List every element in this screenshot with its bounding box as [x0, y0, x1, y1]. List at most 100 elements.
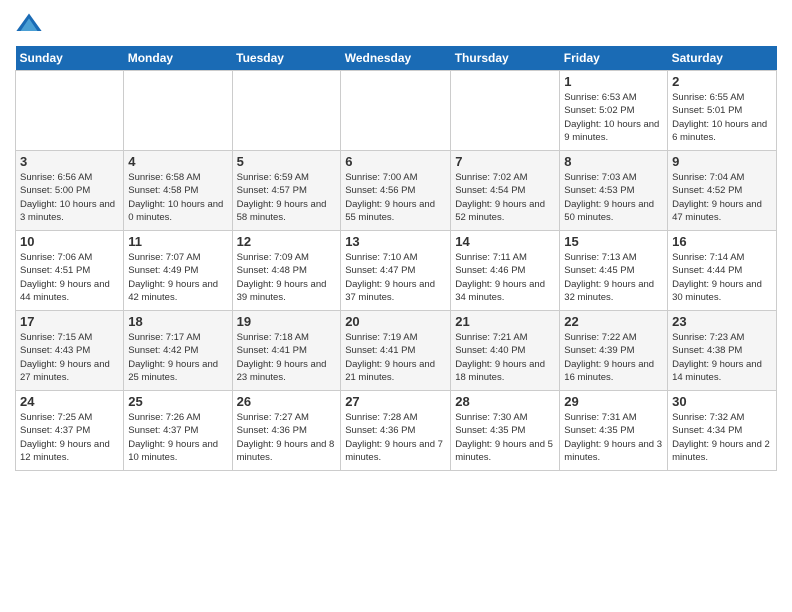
calendar-cell: 4 Sunrise: 6:58 AM Sunset: 4:58 PM Daylig… [124, 151, 232, 231]
day-number: 7 [455, 154, 555, 169]
logo [15, 10, 47, 38]
day-number: 8 [564, 154, 663, 169]
calendar-cell [124, 71, 232, 151]
calendar-cell: 21Sunrise: 7:21 AM Sunset: 4:40 PM Dayli… [451, 311, 560, 391]
day-number: 15 [564, 234, 663, 249]
column-header-thursday: Thursday [451, 46, 560, 71]
day-info: Sunrise: 7:13 AM Sunset: 4:45 PM Dayligh… [564, 251, 663, 304]
calendar-cell: 15 Sunrise: 7:13 AM Sunset: 4:45 PM Dayli… [560, 231, 668, 311]
day-info: Sunrise: 7:26 AM Sunset: 4:37 PM Dayligh… [128, 411, 227, 464]
calendar-cell: 27 Sunrise: 7:28 AM Sunset: 4:36 PM Dayli… [341, 391, 451, 471]
day-info: Sunrise: 7:22 AM Sunset: 4:39 PM Dayligh… [564, 331, 663, 384]
day-info: Sunrise: 6:56 AM Sunset: 5:00 PM Dayligh… [20, 171, 119, 224]
calendar-cell: 17 Sunrise: 7:15 AM Sunset: 4:43 PM Dayli… [16, 311, 124, 391]
day-info: Sunrise: 7:28 AM Sunset: 4:36 PM Dayligh… [345, 411, 446, 464]
calendar-week-3: 10Sunrise: 7:06 AM Sunset: 4:51 PM Dayli… [16, 231, 777, 311]
day-info: Sunrise: 7:03 AM Sunset: 4:53 PM Dayligh… [564, 171, 663, 224]
calendar-cell [341, 71, 451, 151]
calendar-cell: 29Sunrise: 7:31 AM Sunset: 4:35 PM Dayli… [560, 391, 668, 471]
day-info: Sunrise: 7:11 AM Sunset: 4:46 PM Dayligh… [455, 251, 555, 304]
calendar-cell: 25 Sunrise: 7:26 AM Sunset: 4:37 PM Dayli… [124, 391, 232, 471]
day-number: 29 [564, 394, 663, 409]
day-info: Sunrise: 6:53 AM Sunset: 5:02 PM Dayligh… [564, 91, 663, 144]
calendar-cell: 6Sunrise: 7:00 AM Sunset: 4:56 PM Daylig… [341, 151, 451, 231]
calendar-week-4: 17 Sunrise: 7:15 AM Sunset: 4:43 PM Dayli… [16, 311, 777, 391]
day-number: 23 [672, 314, 772, 329]
calendar-cell: 22Sunrise: 7:22 AM Sunset: 4:39 PM Dayli… [560, 311, 668, 391]
day-number: 13 [345, 234, 446, 249]
day-number: 2 [672, 74, 772, 89]
day-number: 17 [20, 314, 119, 329]
day-info: Sunrise: 6:59 AM Sunset: 4:57 PM Dayligh… [237, 171, 337, 224]
day-info: Sunrise: 7:02 AM Sunset: 4:54 PM Dayligh… [455, 171, 555, 224]
calendar-cell: 26Sunrise: 7:27 AM Sunset: 4:36 PM Dayli… [232, 391, 341, 471]
calendar-cell [16, 71, 124, 151]
calendar-cell: 13 Sunrise: 7:10 AM Sunset: 4:47 PM Dayli… [341, 231, 451, 311]
day-number: 9 [672, 154, 772, 169]
calendar-cell [451, 71, 560, 151]
day-number: 6 [345, 154, 446, 169]
page-header [15, 10, 777, 38]
column-header-wednesday: Wednesday [341, 46, 451, 71]
day-info: Sunrise: 7:15 AM Sunset: 4:43 PM Dayligh… [20, 331, 119, 384]
day-info: Sunrise: 7:07 AM Sunset: 4:49 PM Dayligh… [128, 251, 227, 304]
calendar-cell: 7 Sunrise: 7:02 AM Sunset: 4:54 PM Daylig… [451, 151, 560, 231]
column-header-friday: Friday [560, 46, 668, 71]
day-number: 14 [455, 234, 555, 249]
calendar-cell: 14 Sunrise: 7:11 AM Sunset: 4:46 PM Dayli… [451, 231, 560, 311]
day-info: Sunrise: 7:14 AM Sunset: 4:44 PM Dayligh… [672, 251, 772, 304]
day-info: Sunrise: 7:25 AM Sunset: 4:37 PM Dayligh… [20, 411, 119, 464]
day-number: 24 [20, 394, 119, 409]
day-info: Sunrise: 7:30 AM Sunset: 4:35 PM Dayligh… [455, 411, 555, 464]
column-header-saturday: Saturday [668, 46, 777, 71]
day-number: 16 [672, 234, 772, 249]
day-number: 4 [128, 154, 227, 169]
calendar-cell: 18 Sunrise: 7:17 AM Sunset: 4:42 PM Dayli… [124, 311, 232, 391]
calendar-week-2: 3 Sunrise: 6:56 AM Sunset: 5:00 PM Daylig… [16, 151, 777, 231]
day-number: 25 [128, 394, 227, 409]
day-info: Sunrise: 7:06 AM Sunset: 4:51 PM Dayligh… [20, 251, 119, 304]
day-info: Sunrise: 7:09 AM Sunset: 4:48 PM Dayligh… [237, 251, 337, 304]
day-number: 1 [564, 74, 663, 89]
day-number: 28 [455, 394, 555, 409]
column-header-sunday: Sunday [16, 46, 124, 71]
calendar-cell: 24 Sunrise: 7:25 AM Sunset: 4:37 PM Dayli… [16, 391, 124, 471]
calendar-cell: 2 Sunrise: 6:55 AM Sunset: 5:01 PM Daylig… [668, 71, 777, 151]
day-number: 5 [237, 154, 337, 169]
day-number: 19 [237, 314, 337, 329]
day-info: Sunrise: 7:17 AM Sunset: 4:42 PM Dayligh… [128, 331, 227, 384]
day-info: Sunrise: 7:23 AM Sunset: 4:38 PM Dayligh… [672, 331, 772, 384]
column-header-monday: Monday [124, 46, 232, 71]
column-header-tuesday: Tuesday [232, 46, 341, 71]
day-info: Sunrise: 6:58 AM Sunset: 4:58 PM Dayligh… [128, 171, 227, 224]
day-info: Sunrise: 7:18 AM Sunset: 4:41 PM Dayligh… [237, 331, 337, 384]
day-number: 26 [237, 394, 337, 409]
calendar-cell [232, 71, 341, 151]
day-info: Sunrise: 7:19 AM Sunset: 4:41 PM Dayligh… [345, 331, 446, 384]
calendar-cell: 23 Sunrise: 7:23 AM Sunset: 4:38 PM Dayli… [668, 311, 777, 391]
calendar-cell: 11 Sunrise: 7:07 AM Sunset: 4:49 PM Dayli… [124, 231, 232, 311]
page-container: SundayMondayTuesdayWednesdayThursdayFrid… [0, 0, 792, 481]
day-number: 11 [128, 234, 227, 249]
calendar-cell: 10Sunrise: 7:06 AM Sunset: 4:51 PM Dayli… [16, 231, 124, 311]
day-info: Sunrise: 7:32 AM Sunset: 4:34 PM Dayligh… [672, 411, 772, 464]
calendar-week-5: 24 Sunrise: 7:25 AM Sunset: 4:37 PM Dayli… [16, 391, 777, 471]
day-number: 3 [20, 154, 119, 169]
day-info: Sunrise: 7:04 AM Sunset: 4:52 PM Dayligh… [672, 171, 772, 224]
calendar-cell: 16 Sunrise: 7:14 AM Sunset: 4:44 PM Dayli… [668, 231, 777, 311]
day-number: 21 [455, 314, 555, 329]
day-number: 20 [345, 314, 446, 329]
day-info: Sunrise: 7:10 AM Sunset: 4:47 PM Dayligh… [345, 251, 446, 304]
calendar-cell: 8 Sunrise: 7:03 AM Sunset: 4:53 PM Daylig… [560, 151, 668, 231]
calendar-table: SundayMondayTuesdayWednesdayThursdayFrid… [15, 46, 777, 471]
day-info: Sunrise: 6:55 AM Sunset: 5:01 PM Dayligh… [672, 91, 772, 144]
logo-icon [15, 10, 43, 38]
calendar-cell: 19 Sunrise: 7:18 AM Sunset: 4:41 PM Dayli… [232, 311, 341, 391]
calendar-cell: 1 Sunrise: 6:53 AM Sunset: 5:02 PM Daylig… [560, 71, 668, 151]
day-number: 27 [345, 394, 446, 409]
calendar-header-row: SundayMondayTuesdayWednesdayThursdayFrid… [16, 46, 777, 71]
calendar-cell: 12Sunrise: 7:09 AM Sunset: 4:48 PM Dayli… [232, 231, 341, 311]
calendar-week-1: 1 Sunrise: 6:53 AM Sunset: 5:02 PM Daylig… [16, 71, 777, 151]
calendar-cell: 9 Sunrise: 7:04 AM Sunset: 4:52 PM Daylig… [668, 151, 777, 231]
day-number: 18 [128, 314, 227, 329]
